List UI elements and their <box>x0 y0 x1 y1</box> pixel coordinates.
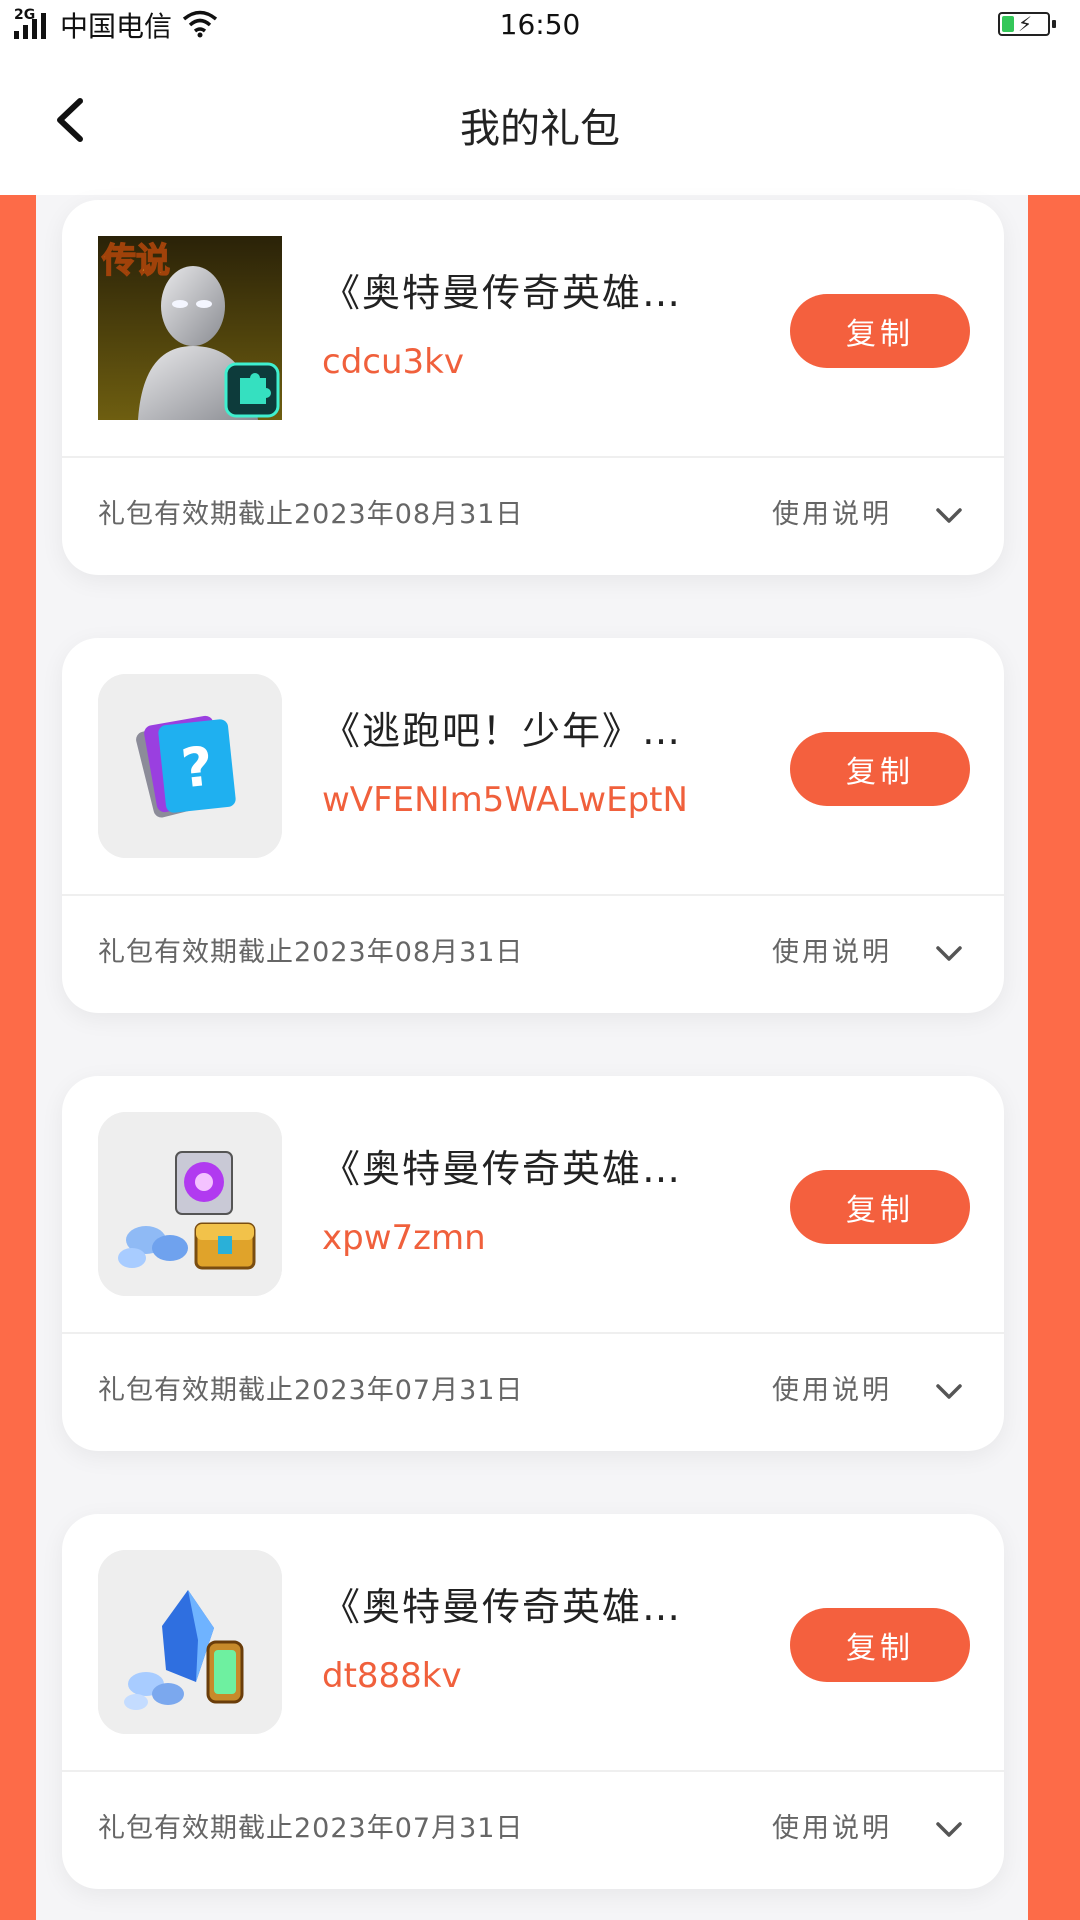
gift-code: wVFENIm5WALwEptN <box>322 780 688 820</box>
divider <box>62 1332 1004 1334</box>
game-title: 《逃跑吧！少年》… <box>322 709 683 753</box>
chevron-down-icon[interactable] <box>932 1374 966 1408</box>
svg-text:?: ? <box>178 735 216 801</box>
copy-button[interactable]: 复制 <box>790 732 970 806</box>
game-thumbnail <box>98 1112 282 1296</box>
gift-card: 传说 《奥特曼传奇英雄… cdcu3kv 复制 礼包有效期截止2023年08月3… <box>62 200 1004 575</box>
instructions-link[interactable]: 使用说明 <box>772 492 892 531</box>
game-title: 《奥特曼传奇英雄… <box>322 1147 683 1191</box>
divider <box>62 456 1004 458</box>
copy-button[interactable]: 复制 <box>790 294 970 368</box>
game-thumbnail <box>98 1550 282 1734</box>
game-title: 《奥特曼传奇英雄… <box>322 271 683 315</box>
gift-card: 《奥特曼传奇英雄… xpw7zmn 复制 礼包有效期截止2023年07月31日 … <box>62 1076 1004 1451</box>
divider <box>62 894 1004 896</box>
chevron-down-icon[interactable] <box>932 498 966 532</box>
ultraman-legend-icon: 传说 <box>98 236 282 420</box>
instructions-link[interactable]: 使用说明 <box>772 1368 892 1407</box>
validity-text: 礼包有效期截止2023年07月31日 <box>98 1813 524 1844</box>
game-thumbnail: 传说 <box>98 236 282 420</box>
chevron-down-icon[interactable] <box>932 936 966 970</box>
status-time: 16:50 <box>499 8 581 41</box>
validity-text: 礼包有效期截止2023年08月31日 <box>98 499 524 530</box>
instructions-link[interactable]: 使用说明 <box>772 1806 892 1845</box>
validity-text: 礼包有效期截止2023年07月31日 <box>98 1375 524 1406</box>
copy-button[interactable]: 复制 <box>790 1170 970 1244</box>
game-title: 《奥特曼传奇英雄… <box>322 1585 683 1629</box>
gift-code: cdcu3kv <box>322 342 464 382</box>
divider <box>62 1770 1004 1772</box>
instructions-link[interactable]: 使用说明 <box>772 930 892 969</box>
status-bar: 2G 中国电信 16:50 ⚡ <box>0 0 1080 50</box>
page-title: 我的礼包 <box>460 106 620 152</box>
chevron-down-icon[interactable] <box>932 1812 966 1846</box>
treasure-chest-icon <box>98 1112 282 1296</box>
gift-code: xpw7zmn <box>322 1218 486 1258</box>
battery-icon: ⚡ <box>998 12 1056 36</box>
game-thumbnail: ? <box>98 674 282 858</box>
nav-bar: 我的礼包 <box>0 50 1080 195</box>
copy-button[interactable]: 复制 <box>790 1608 970 1682</box>
legend-text: 传说 <box>101 241 170 281</box>
gift-card: 《奥特曼传奇英雄… dt888kv 复制 礼包有效期截止2023年07月31日 … <box>62 1514 1004 1889</box>
gift-card: ? 《逃跑吧！少年》… wVFENIm5WALwEptN 复制 礼包有效期截止2… <box>62 638 1004 1013</box>
gift-code: dt888kv <box>322 1656 462 1696</box>
mystery-card-icon: ? <box>98 674 282 858</box>
crystal-cylinder-icon <box>98 1550 282 1734</box>
validity-text: 礼包有效期截止2023年08月31日 <box>98 937 524 968</box>
